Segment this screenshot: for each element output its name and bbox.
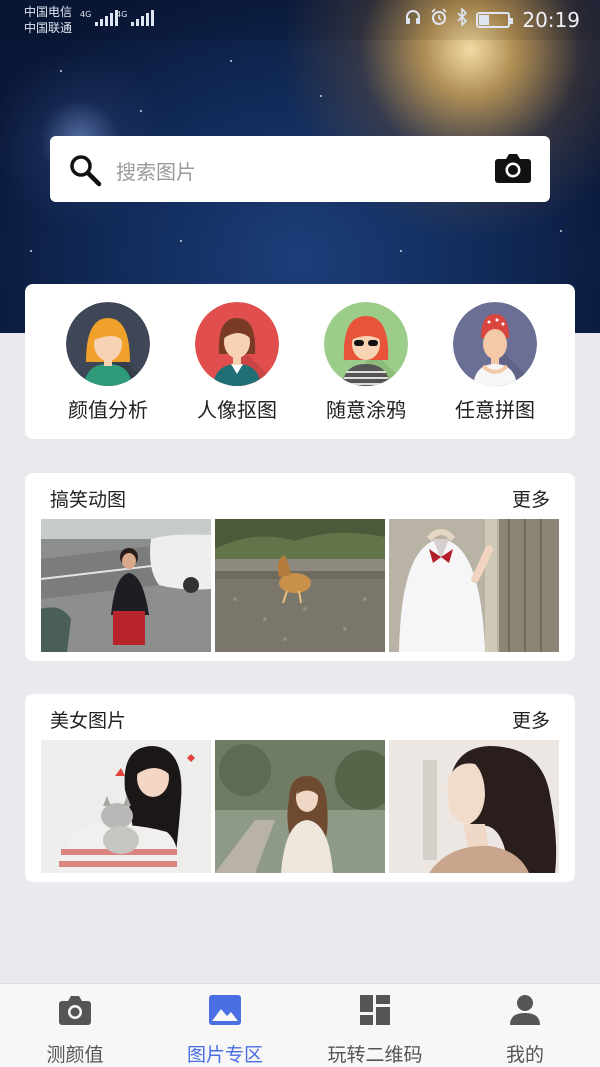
girl-portrait-photo[interactable] [389,740,559,873]
search-placeholder[interactable]: 搜索图片 [116,156,196,185]
nav-item-qr-code[interactable]: 玩转二维码 [300,994,450,1067]
nav-label: 玩转二维码 [327,1044,423,1066]
headphones-icon [404,8,422,32]
woman-on-street-photo[interactable] [41,519,211,652]
redhair-girl-avatar-icon[interactable] [453,302,537,386]
nav-item-mine[interactable]: 我的 [450,994,600,1067]
carrier-2: 中国联通 [24,21,73,35]
section-title: 美女图片 [50,710,127,732]
alarm-icon [430,8,448,32]
bottom-nav: 测颜值 图片专区 玩转二维码 我的 [0,983,600,1067]
carrier-1: 中国电信 [24,5,73,19]
feature-label: 随意涂鸦 [326,398,406,422]
more-link[interactable]: 更多 [512,706,550,733]
camera-icon [59,996,91,1025]
section-beauty-pictures: 美女图片 更多 [25,694,575,882]
section-funny-gifs: 搞笑动图 更多 [25,473,575,661]
signal-icon: 4G [80,10,119,26]
girl-in-garden-photo[interactable] [215,740,385,873]
office-girl-avatar-icon[interactable] [195,302,279,386]
sunglasses-girl-avatar-icon[interactable] [324,302,408,386]
more-link[interactable]: 更多 [512,485,550,512]
feature-portrait-cutout[interactable]: 人像抠图 [172,302,302,423]
section-title: 搞笑动图 [50,489,127,511]
search-bar[interactable]: 搜索图片 [50,136,550,202]
bluetooth-icon [456,7,468,32]
app-screen: 中国电信 中国联通 4G 4G 20:19 搜索图片 颜值分析 人像抠图 随意涂… [0,0,600,1067]
battery-icon [476,12,514,28]
feature-label: 人像抠图 [197,398,277,422]
feature-label: 任意拼图 [455,398,535,422]
feature-card: 颜值分析 人像抠图 随意涂鸦 任意拼图 [25,284,575,439]
feature-collage[interactable]: 任意拼图 [430,302,560,423]
clock: 20:19 [522,8,580,32]
nav-label: 测颜值 [46,1044,104,1066]
camera-icon[interactable] [494,151,532,185]
feature-label: 颜值分析 [68,398,148,422]
status-icons: 20:19 [404,7,580,32]
nav-item-picture-zone[interactable]: 图片专区 [150,994,300,1067]
girl-with-kitten-photo[interactable] [41,740,211,873]
chicken-photo[interactable] [215,519,385,652]
girl-in-uniform-photo[interactable] [389,519,559,652]
feature-face-analysis[interactable]: 颜值分析 [43,302,173,423]
grid-icon [360,995,390,1025]
nav-item-face-test[interactable]: 测颜值 [0,994,150,1067]
status-bar: 中国电信 中国联通 4G 4G 20:19 [0,0,600,40]
image-icon [209,995,241,1025]
carrier-info: 中国电信 中国联通 [24,4,72,36]
feature-doodle[interactable]: 随意涂鸦 [301,302,431,423]
user-icon [510,995,540,1025]
blonde-girl-avatar-icon[interactable] [66,302,150,386]
signal-icon: 4G [116,10,155,26]
search-icon[interactable] [68,153,102,187]
nav-label: 图片专区 [186,1044,263,1066]
nav-label: 我的 [505,1044,544,1066]
